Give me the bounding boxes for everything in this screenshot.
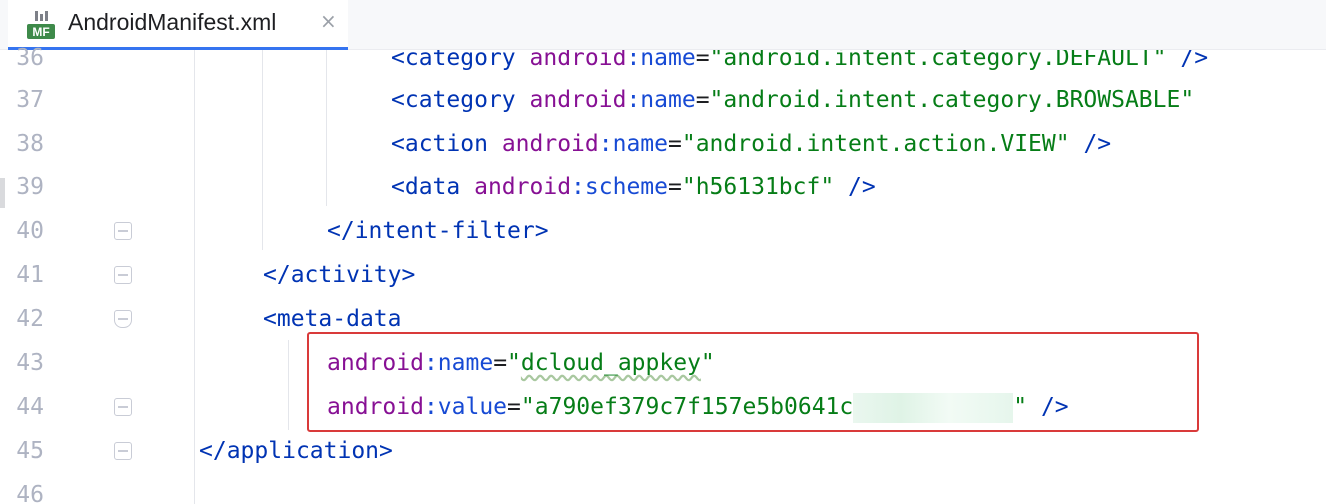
line-number-gutter: 36 37 38 39 40 41 42 43 44 45 46	[0, 45, 145, 504]
fold-marker-icon[interactable]	[114, 398, 132, 416]
line-number: 44	[16, 394, 44, 420]
fold-marker-icon[interactable]	[114, 266, 132, 284]
line-number: 41	[16, 262, 44, 288]
line-number: 38	[16, 131, 44, 157]
line-number: 40	[16, 218, 44, 244]
editor-tab-bar: MF AndroidManifest.xml ×	[0, 0, 1326, 50]
tab-android-manifest[interactable]: MF AndroidManifest.xml ×	[8, 0, 348, 50]
fold-marker-icon[interactable]	[114, 310, 132, 328]
line-number: 46	[16, 482, 44, 504]
line-number: 45	[16, 438, 44, 464]
code-line-45: </application>	[199, 438, 393, 464]
line-number: 37	[16, 87, 44, 113]
indent-guide	[262, 50, 263, 250]
line-number: 36	[16, 45, 44, 71]
line-number: 43	[16, 350, 44, 376]
line-number: 39	[16, 174, 44, 200]
code-line-41: </activity>	[263, 262, 416, 288]
close-icon[interactable]: ×	[320, 9, 337, 33]
line-number: 42	[16, 306, 44, 332]
code-line-36: <category android:name="android.intent.c…	[391, 50, 1209, 71]
highlight-box	[307, 332, 1199, 432]
indent-guide	[288, 340, 289, 430]
fold-marker-icon[interactable]	[114, 442, 132, 460]
code-editor[interactable]: <category android:name="android.intent.c…	[145, 50, 1326, 504]
code-line-40: </intent-filter>	[327, 218, 549, 244]
code-line-38: <action android:name="android.intent.act…	[391, 131, 1112, 157]
fold-marker-icon[interactable]	[114, 222, 132, 240]
tab-title: AndroidManifest.xml	[68, 9, 277, 35]
indent-guide	[194, 50, 195, 504]
indent-guide	[326, 50, 327, 206]
code-line-39: <data android:scheme="h56131bcf" />	[391, 174, 876, 200]
code-line-37: <category android:name="android.intent.c…	[391, 87, 1195, 113]
